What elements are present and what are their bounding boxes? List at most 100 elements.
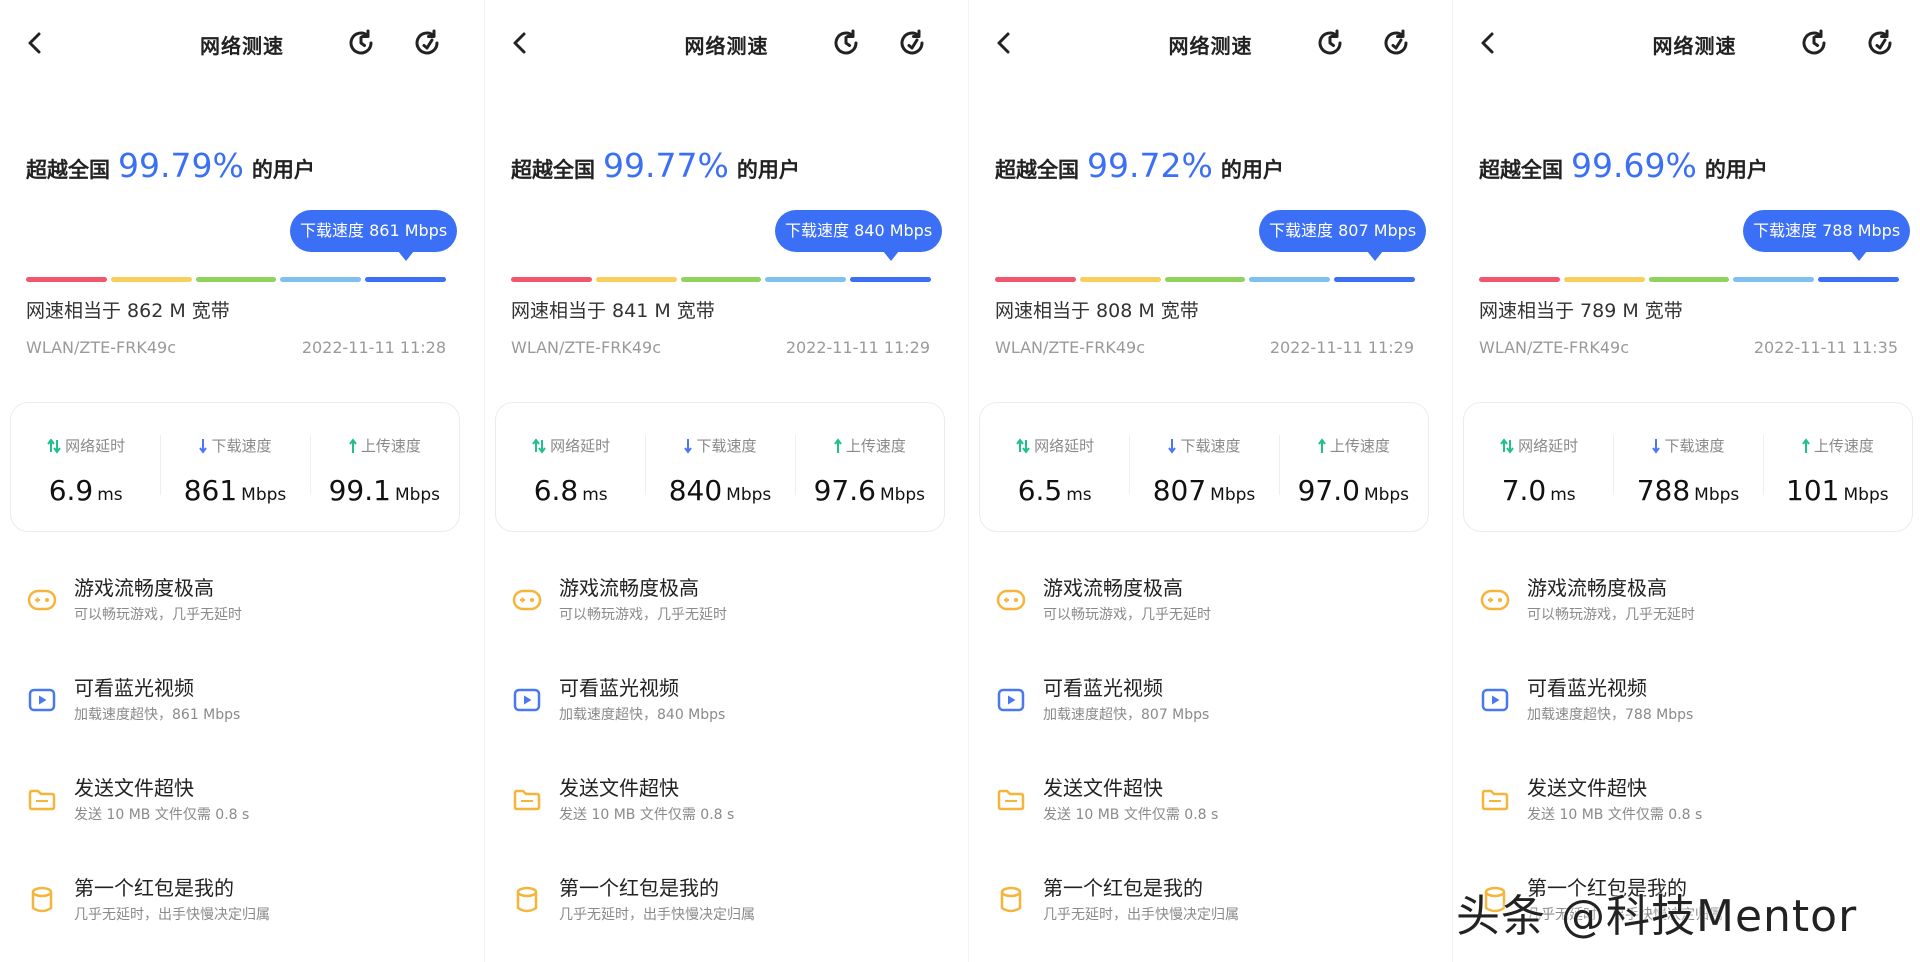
rank-prefix: 超越全国: [511, 158, 595, 182]
feature-subtitle: 发送 10 MB 文件仅需 0.8 s: [559, 807, 735, 823]
stat-label: 下载速度: [211, 437, 272, 455]
stat-label: 网络延时: [1518, 437, 1579, 455]
stat-download: 下载速度 807 Mbps: [1129, 403, 1278, 531]
history-button[interactable]: [1313, 26, 1347, 60]
stat-unit: ms: [1066, 485, 1092, 505]
stat-unit: Mbps: [1843, 485, 1889, 505]
bar-segment: [680, 277, 762, 282]
feature-item-file[interactable]: 发送文件超快 发送 10 MB 文件仅需 0.8 s: [991, 772, 1431, 834]
cylinder-icon: [516, 886, 538, 913]
network-name: WLAN/ZTE-FRK49c: [1479, 338, 1629, 357]
feature-title: 发送文件超快: [1043, 776, 1163, 800]
up-down-arrows-icon: [1500, 437, 1514, 454]
refresh-icon: [415, 29, 439, 55]
feature-item-redpacket[interactable]: 第一个红包是我的 几乎无延时，出手快慢决定归属: [507, 872, 947, 934]
feature-subtitle: 加载速度超快，840 Mbps: [559, 707, 726, 723]
feature-title: 可看蓝光视频: [74, 676, 194, 700]
bandwidth-equivalent: 网速相当于 862 M 宽带: [26, 300, 230, 322]
speedtest-panel: 网络测速 超越全国 99.72% 的用户 下载速度 807 Mbps 网速相当于…: [968, 0, 1452, 962]
rank-percent: 99.69%: [1571, 146, 1697, 185]
history-icon: [349, 29, 373, 55]
top-bar: 网络测速: [485, 0, 968, 88]
history-button[interactable]: [344, 26, 378, 60]
rank-suffix: 的用户: [1704, 158, 1768, 182]
stat-unit: ms: [97, 485, 123, 505]
speed-level-bar: [995, 277, 1415, 282]
stat-download: 下载速度 861 Mbps: [160, 403, 309, 531]
test-timestamp: 2022-11-11 11:28: [301, 338, 446, 357]
retest-button[interactable]: [1863, 26, 1897, 60]
stat-label: 上传速度: [1813, 437, 1874, 455]
stat-value: 97.0: [1297, 474, 1360, 507]
bar-segment: [1479, 277, 1560, 282]
history-icon: [1318, 29, 1342, 55]
stat-label: 网络延时: [1034, 437, 1095, 455]
feature-item-game[interactable]: 游戏流畅度极高 可以畅玩游戏，几乎无延时: [991, 572, 1431, 634]
stat-unit: Mbps: [241, 485, 287, 505]
bandwidth-equivalent: 网速相当于 808 M 宽带: [995, 300, 1199, 322]
feature-item-game[interactable]: 游戏流畅度极高 可以畅玩游戏，几乎无延时: [1475, 572, 1915, 634]
stat-unit: Mbps: [394, 485, 441, 505]
stat-value: 99.1: [328, 474, 391, 507]
feature-item-video[interactable]: 可看蓝光视频 加载速度超快，807 Mbps: [991, 672, 1431, 734]
stat-value: 6.9: [48, 474, 94, 507]
feature-subtitle: 可以畅玩游戏，几乎无延时: [1043, 607, 1211, 623]
download-speed-bubble: 下载速度 840 Mbps: [775, 210, 943, 261]
feature-item-video[interactable]: 可看蓝光视频 加载速度超快，861 Mbps: [22, 672, 462, 734]
stat-latency: 网络延时 6.8 ms: [496, 403, 645, 531]
play-icon: [513, 688, 541, 712]
stat-unit: ms: [1550, 485, 1576, 505]
rank-text: 超越全国 99.69% 的用户: [1479, 146, 1768, 185]
history-button[interactable]: [829, 26, 863, 60]
bar-segment: [595, 277, 677, 282]
stat-value: 861: [183, 474, 238, 507]
stat-latency: 网络延时 6.5 ms: [980, 403, 1129, 531]
stat-unit: ms: [582, 485, 608, 505]
test-timestamp: 2022-11-11 11:29: [785, 338, 930, 357]
play-icon: [997, 688, 1025, 712]
feature-subtitle: 几乎无延时，出手快慢决定归属: [1043, 907, 1239, 923]
refresh-icon: [900, 29, 924, 55]
down-arrow-icon: [1652, 438, 1661, 454]
refresh-icon: [1384, 29, 1408, 55]
test-timestamp: 2022-11-11 11:29: [1269, 338, 1414, 357]
stat-unit: Mbps: [1363, 485, 1410, 505]
retest-button[interactable]: [410, 26, 444, 60]
feature-item-video[interactable]: 可看蓝光视频 加载速度超快，840 Mbps: [507, 672, 947, 734]
page-title: 网络测速: [1652, 34, 1737, 58]
speedtest-panel: 网络测速 超越全国 99.79% 的用户 下载速度 861 Mbps 网速相当于…: [0, 0, 484, 962]
feature-title: 发送文件超快: [74, 776, 194, 800]
network-name: WLAN/ZTE-FRK49c: [995, 338, 1145, 357]
speedtest-panel: 网络测速 超越全国 99.77% 的用户 下载速度 840 Mbps 网速相当于…: [484, 0, 968, 962]
feature-item-game[interactable]: 游戏流畅度极高 可以畅玩游戏，几乎无延时: [507, 572, 947, 634]
cylinder-icon: [1000, 886, 1022, 913]
feature-item-video[interactable]: 可看蓝光视频 加载速度超快，788 Mbps: [1475, 672, 1915, 734]
retest-button[interactable]: [1379, 26, 1413, 60]
feature-item-game[interactable]: 游戏流畅度极高 可以畅玩游戏，几乎无延时: [22, 572, 462, 634]
stats-card: 网络延时 6.5 ms 下载速度 807 Mbps 上传速度 97.0 Mbps: [979, 402, 1429, 532]
feature-item-file[interactable]: 发送文件超快 发送 10 MB 文件仅需 0.8 s: [507, 772, 947, 834]
speedtest-panel: 网络测速 超越全国 99.69% 的用户 下载速度 788 Mbps 网速相当于…: [1452, 0, 1920, 962]
bar-segment: [765, 277, 847, 282]
retest-button[interactable]: [895, 26, 929, 60]
feature-title: 游戏流畅度极高: [559, 576, 699, 600]
stat-label: 上传速度: [845, 437, 906, 455]
history-icon: [1802, 29, 1826, 55]
bar-segment: [1733, 277, 1815, 282]
download-speed-bubble: 下载速度 807 Mbps: [1259, 210, 1427, 261]
stat-value: 788: [1636, 474, 1691, 507]
download-speed-bubble: 下载速度 861 Mbps: [290, 210, 458, 261]
feature-item-redpacket[interactable]: 第一个红包是我的 几乎无延时，出手快慢决定归属: [22, 872, 462, 934]
feature-item-file[interactable]: 发送文件超快 发送 10 MB 文件仅需 0.8 s: [1475, 772, 1915, 834]
history-button[interactable]: [1797, 26, 1831, 60]
feature-item-redpacket[interactable]: 第一个红包是我的 几乎无延时，出手快慢决定归属: [991, 872, 1431, 934]
bar-segment: [280, 277, 362, 282]
feature-subtitle: 几乎无延时，出手快慢决定归属: [559, 907, 755, 923]
stats-card: 网络延时 7.0 ms 下载速度 788 Mbps 上传速度 101 Mbps: [1463, 402, 1913, 532]
stat-value: 97.6: [813, 474, 876, 507]
feature-title: 发送文件超快: [1527, 776, 1647, 800]
watermark: 头条 @科技Mentor: [1456, 891, 1858, 942]
stat-upload: 上传速度 99.1 Mbps: [309, 403, 459, 531]
feature-item-file[interactable]: 发送文件超快 发送 10 MB 文件仅需 0.8 s: [22, 772, 462, 834]
feature-title: 游戏流畅度极高: [74, 576, 214, 600]
